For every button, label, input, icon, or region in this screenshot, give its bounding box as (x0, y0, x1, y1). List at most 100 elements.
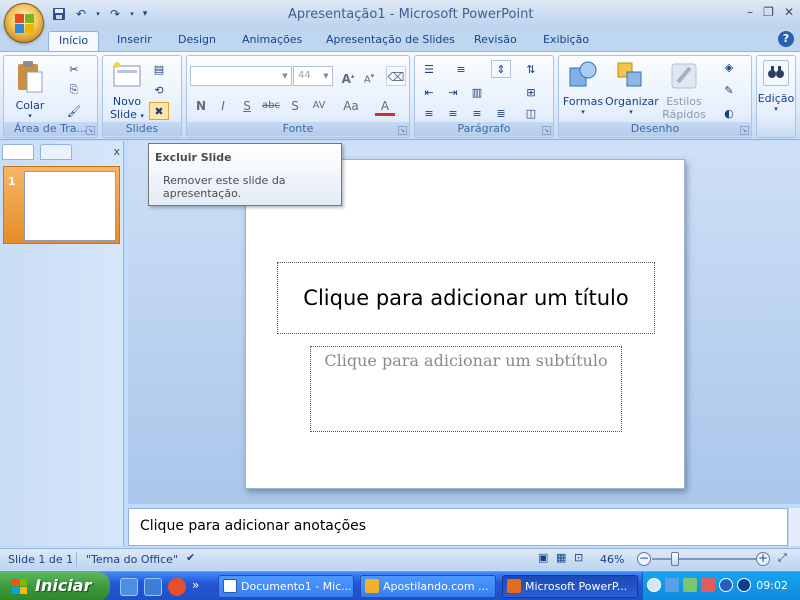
start-button[interactable]: Iniciar (0, 572, 110, 600)
notes-scrollbar[interactable] (788, 508, 800, 546)
format-painter-icon[interactable]: 🖌 (64, 102, 84, 120)
shape-outline-icon[interactable]: ✎ (719, 81, 739, 99)
cut-icon[interactable]: ✂ (64, 60, 84, 78)
group-slides: Novo Slide ▾ ▤ ⟲ ✖ Slides (102, 55, 182, 138)
zoom-out-icon[interactable]: − (637, 552, 651, 566)
font-name-combo[interactable]: ▼ (190, 66, 292, 86)
undo-icon[interactable]: ↶ (72, 5, 90, 23)
zoom-level[interactable]: 46% (600, 553, 624, 566)
shadow-icon[interactable]: S (285, 96, 305, 116)
new-slide-button[interactable]: Novo Slide ▾ (107, 60, 147, 121)
tab-inicio[interactable]: Início (48, 31, 100, 51)
outlook-express-icon[interactable] (144, 578, 162, 596)
copy-icon[interactable]: ⎘ (64, 81, 84, 99)
slide-counter: Slide 1 de 1 (8, 553, 74, 566)
zoom-in-icon[interactable]: + (756, 552, 770, 566)
change-case-icon[interactable]: Aa (341, 96, 361, 116)
grow-font-icon[interactable]: A▴ (338, 66, 358, 86)
slide-sorter-icon[interactable]: ▦ (556, 551, 566, 564)
italic-icon[interactable]: I (213, 96, 233, 116)
font-size-combo[interactable]: 44 ▼ (293, 66, 333, 86)
columns-icon[interactable]: ▥ (467, 83, 487, 101)
tab-revisao[interactable]: Revisão (464, 31, 527, 51)
customize-qat-icon[interactable]: ▾ (140, 5, 150, 23)
font-size-dropdown-icon[interactable]: ▼ (320, 67, 332, 85)
antivirus-icon[interactable] (701, 578, 715, 592)
volume-icon[interactable] (737, 578, 751, 592)
close-icon[interactable]: ✕ (784, 5, 794, 19)
tray-app-icon[interactable] (683, 578, 697, 592)
shrink-font-icon[interactable]: A▾ (359, 66, 379, 86)
slide-canvas[interactable]: Clique para adicionar um título Clique p… (245, 159, 685, 489)
increase-indent-icon[interactable]: ⇥ (443, 83, 463, 101)
tab-design[interactable]: Design (168, 31, 226, 51)
numbering-icon[interactable]: ≡ (451, 60, 471, 78)
spell-check-icon[interactable]: ✔ (186, 551, 195, 564)
fit-to-window-icon[interactable]: ⤢ (778, 551, 787, 565)
minimize-icon[interactable]: – (747, 5, 753, 19)
tab-animacoes[interactable]: Animações (232, 31, 312, 51)
font-color-icon[interactable]: A (375, 96, 395, 116)
line-spacing-icon[interactable]: ⇕ (491, 60, 511, 78)
tab-slides-thumbnails[interactable] (2, 144, 34, 160)
delete-slide-icon[interactable]: ✖ (149, 102, 169, 120)
text-direction-icon[interactable]: ⇅ (521, 60, 541, 78)
bullets-icon[interactable]: ☰ (419, 60, 439, 78)
align-text-icon[interactable]: ⊞ (521, 83, 541, 101)
tab-exibicao[interactable]: Exibição (533, 31, 599, 51)
clear-formatting-icon[interactable]: ⌫ (386, 66, 406, 86)
underline-icon[interactable]: S (237, 96, 257, 116)
zoom-slider-track[interactable] (652, 558, 756, 560)
notes-pane[interactable]: Clique para adicionar anotações (128, 508, 788, 546)
character-spacing-icon[interactable]: AV (309, 96, 329, 116)
tab-apresentacao[interactable]: Apresentação de Slides (316, 31, 465, 51)
redo-dropdown-icon[interactable]: ▾ (128, 5, 136, 23)
drawing-launcher-icon[interactable]: ↘ (740, 126, 749, 135)
tab-outline[interactable] (40, 144, 72, 160)
restore-icon[interactable]: ❐ (763, 5, 774, 19)
slideshow-view-icon[interactable]: ⊡ (574, 551, 583, 564)
editing-button[interactable]: Edição ▾ (757, 60, 795, 113)
panel-close-icon[interactable]: x (113, 145, 120, 158)
tab-inserir[interactable]: Inserir (107, 31, 162, 51)
decrease-indent-icon[interactable]: ⇤ (419, 83, 439, 101)
font-name-dropdown-icon[interactable]: ▼ (279, 67, 291, 85)
ie-icon[interactable] (120, 578, 138, 596)
paste-button[interactable]: Colar ▾ (10, 60, 50, 120)
info-icon[interactable] (719, 578, 733, 592)
zoom-slider-handle[interactable] (671, 552, 679, 566)
shape-effects-icon[interactable]: ◐ (719, 104, 739, 122)
shape-fill-icon[interactable]: ◈ (719, 58, 739, 76)
task-powerpoint-label: Microsoft PowerP... (525, 580, 628, 593)
paragraph-launcher-icon[interactable]: ↘ (542, 126, 551, 135)
layout-icon[interactable]: ▤ (149, 60, 169, 78)
clipboard-launcher-icon[interactable]: ↘ (86, 126, 95, 135)
strikethrough-icon[interactable]: abc (261, 96, 281, 116)
shapes-button[interactable]: Formas ▾ (562, 60, 604, 116)
undo-dropdown-icon[interactable]: ▾ (94, 5, 102, 23)
task-powerpoint[interactable]: Microsoft PowerP... (502, 575, 638, 598)
help-icon[interactable]: ? (778, 31, 794, 47)
align-center-icon[interactable]: ≡ (443, 104, 463, 122)
align-right-icon[interactable]: ≡ (467, 104, 487, 122)
align-left-icon[interactable]: ≡ (419, 104, 439, 122)
network-icon[interactable] (665, 578, 679, 592)
reset-slide-icon[interactable]: ⟲ (149, 81, 169, 99)
font-launcher-icon[interactable]: ↘ (398, 126, 407, 135)
bold-icon[interactable]: N (191, 96, 211, 116)
office-button[interactable] (4, 3, 44, 43)
media-player-icon[interactable] (168, 578, 186, 596)
save-icon[interactable] (50, 5, 68, 23)
slide-thumbnail-selected[interactable]: 1 (3, 166, 120, 244)
justify-icon[interactable]: ≣ (491, 104, 511, 122)
smartart-icon[interactable]: ◫ (521, 104, 541, 122)
normal-view-icon[interactable]: ▣ (538, 551, 548, 564)
subtitle-placeholder[interactable]: Clique para adicionar um subtítulo (310, 346, 622, 432)
title-placeholder[interactable]: Clique para adicionar um título (277, 262, 655, 334)
arrange-button[interactable]: Organizar ▾ (605, 60, 659, 116)
task-documento1[interactable]: Documento1 - Mic... (218, 575, 354, 598)
quick-launch-more-icon[interactable]: » (192, 578, 199, 596)
tray-expand-icon[interactable] (647, 578, 661, 592)
redo-icon[interactable]: ↷ (106, 5, 124, 23)
task-apostilando[interactable]: Apostilando.com ... (360, 575, 496, 598)
